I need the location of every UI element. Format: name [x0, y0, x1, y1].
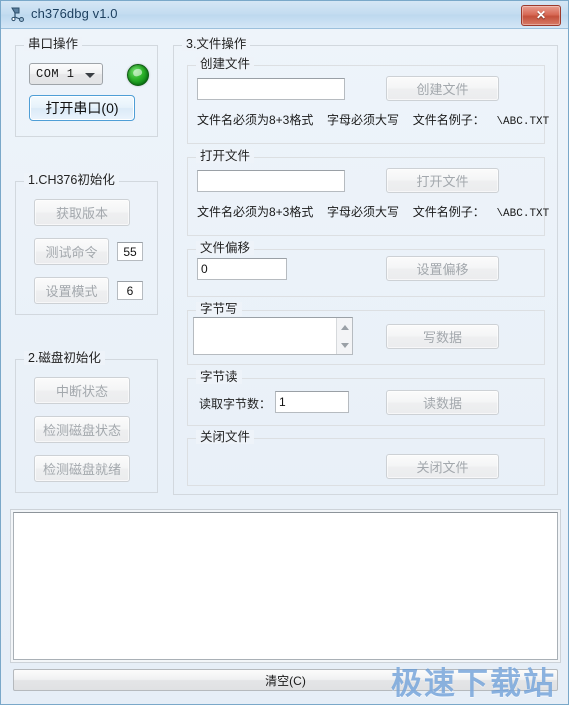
create-hint-uppercase: 字母必须大写: [327, 113, 400, 127]
test-command-button[interactable]: 测试命令: [34, 238, 109, 265]
set-mode-button[interactable]: 设置模式: [34, 277, 109, 304]
serial-operation-title: 串口操作: [24, 37, 83, 51]
set-offset-button[interactable]: 设置偏移: [386, 256, 499, 281]
ch376-init-title: 1.CH376初始化: [24, 173, 119, 187]
byte-write-scrollbar[interactable]: [336, 318, 352, 354]
set-mode-value-input[interactable]: 6: [117, 281, 143, 300]
app-icon: [9, 6, 27, 24]
open-file-button[interactable]: 打开文件: [386, 168, 499, 193]
file-offset-title: 文件偏移: [196, 241, 255, 255]
open-hint-example-label: 文件名例子：: [412, 205, 485, 219]
open-hint-uppercase: 字母必须大写: [327, 205, 400, 219]
check-disk-status-button[interactable]: 检测磁盘状态: [34, 416, 130, 443]
application-window: ch376dbg v1.0 ✕ 串口操作 COM 1 打开串口(0) 1.CH3…: [0, 0, 569, 705]
read-byte-count-input[interactable]: 1: [275, 391, 349, 413]
open-hint-example-value: \ABC.TXT: [496, 208, 550, 220]
get-version-button[interactable]: 获取版本: [34, 199, 130, 226]
open-file-title: 打开文件: [196, 149, 255, 163]
write-data-button[interactable]: 写数据: [386, 324, 499, 349]
scroll-down-icon[interactable]: [337, 336, 352, 354]
chevron-down-icon: [85, 73, 95, 78]
read-byte-count-label: 读取字节数：: [199, 397, 272, 411]
create-file-title: 创建文件: [196, 57, 255, 71]
led-glare: [132, 67, 143, 78]
read-data-button[interactable]: 读数据: [386, 390, 499, 415]
scroll-up-icon[interactable]: [337, 318, 352, 336]
byte-read-title: 字节读: [196, 370, 242, 384]
open-file-name-input[interactable]: [197, 170, 345, 192]
window-title: ch376dbg v1.0: [31, 6, 118, 21]
byte-write-title: 字节写: [196, 302, 242, 316]
close-file-title: 关闭文件: [196, 430, 255, 444]
com-port-select[interactable]: COM 1: [29, 63, 103, 85]
create-file-hint: 文件名必须为8+3格式 字母必须大写 文件名例子： \ABC.TXT: [197, 111, 549, 128]
open-file-hint: 文件名必须为8+3格式 字母必须大写 文件名例子： \ABC.TXT: [197, 203, 549, 220]
close-file-button[interactable]: 关闭文件: [386, 454, 499, 479]
file-operation-title: 3.文件操作: [182, 37, 251, 51]
serial-operation-group: 串口操作: [15, 37, 158, 137]
test-command-value-input[interactable]: 55: [117, 242, 143, 261]
com-port-value: COM 1: [36, 67, 75, 81]
close-button[interactable]: ✕: [521, 5, 561, 26]
title-bar: ch376dbg v1.0 ✕: [1, 1, 568, 29]
clear-log-button[interactable]: 清空(C): [13, 669, 558, 691]
disk-init-title: 2.磁盘初始化: [24, 351, 105, 365]
connection-status-led: [127, 64, 149, 86]
byte-write-input[interactable]: [193, 317, 353, 355]
close-icon: ✕: [535, 8, 547, 22]
create-file-name-input[interactable]: [197, 78, 345, 100]
open-hint-format: 文件名必须为8+3格式: [197, 205, 314, 219]
file-offset-input[interactable]: 0: [197, 258, 287, 280]
create-hint-example-label: 文件名例子：: [412, 113, 485, 127]
create-hint-example-value: \ABC.TXT: [496, 116, 550, 128]
create-hint-format: 文件名必须为8+3格式: [197, 113, 314, 127]
interrupt-status-button[interactable]: 中断状态: [34, 377, 130, 404]
open-serial-port-button[interactable]: 打开串口(0): [29, 95, 135, 121]
log-output[interactable]: [13, 512, 558, 660]
check-disk-ready-button[interactable]: 检测磁盘就绪: [34, 455, 130, 482]
create-file-button[interactable]: 创建文件: [386, 76, 499, 101]
